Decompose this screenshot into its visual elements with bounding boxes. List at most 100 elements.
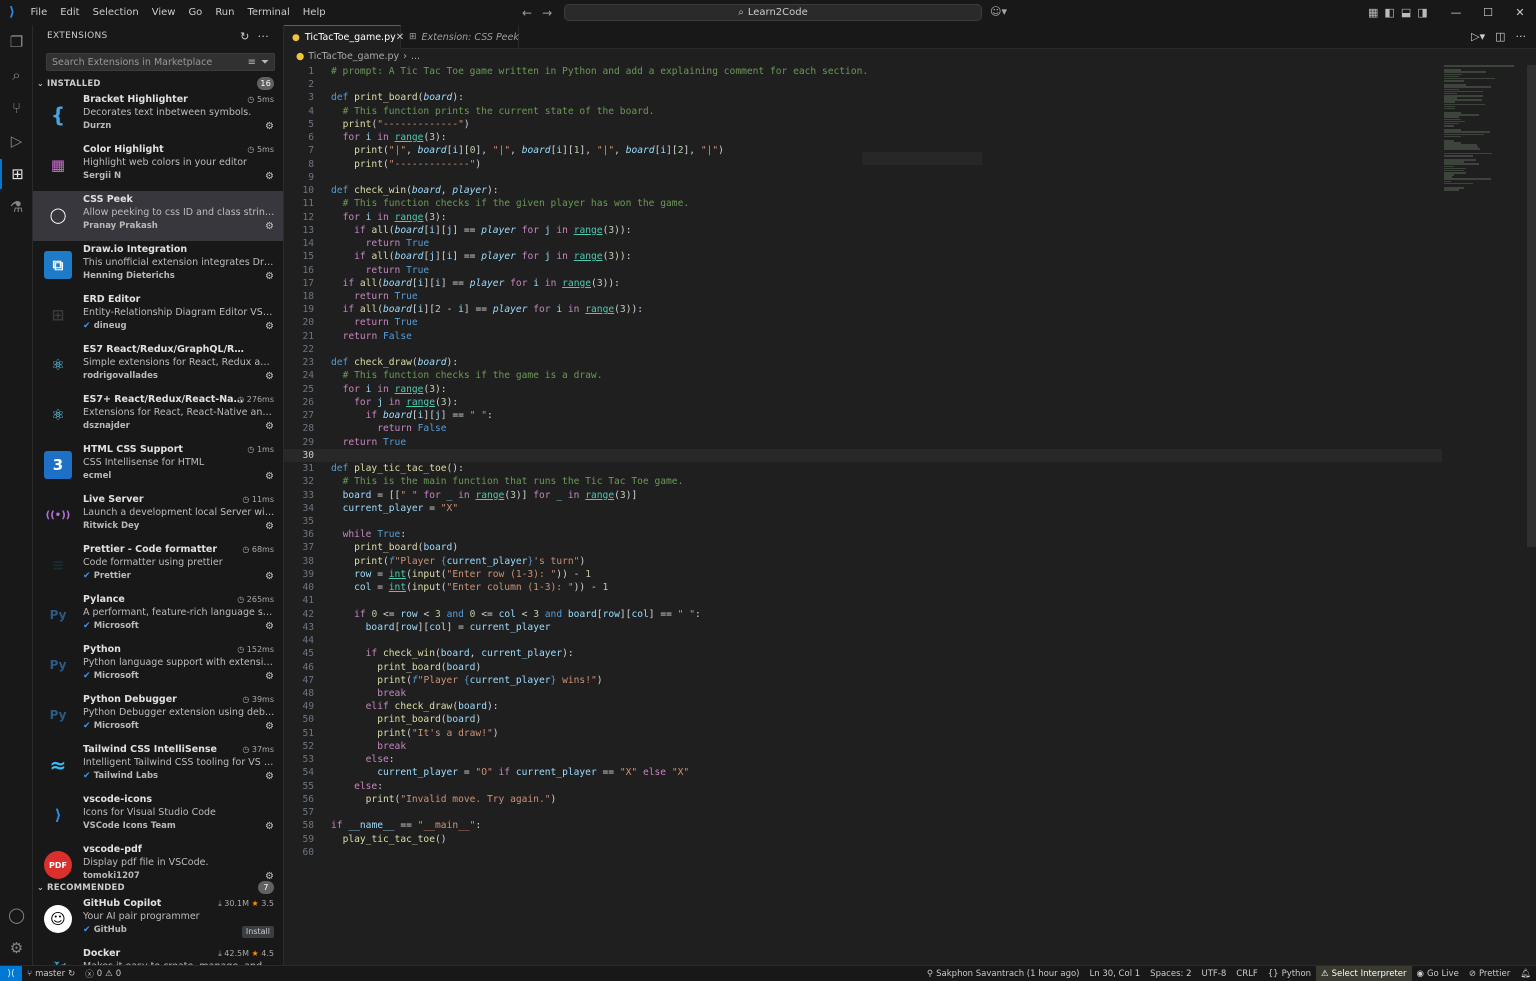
minimap[interactable] (1444, 65, 1524, 191)
remote-indicator-icon[interactable]: ⟩⟨ (0, 965, 22, 981)
manage-extension-gear-icon[interactable]: ⚙ (265, 671, 274, 682)
line-number: 47 (302, 674, 314, 686)
menu-go[interactable]: Go (182, 0, 209, 25)
extension-item[interactable]: ☺ GitHub Copilot ⤓ 30.1M ★ 3.5 Your AI pair… (33, 895, 283, 945)
extension-item[interactable]: 3 HTML CSS Support ◷ 1ms CSS Intellisense f… (33, 441, 283, 491)
installed-section-header[interactable]: ⌄ INSTALLED 16 (33, 76, 283, 91)
explorer-icon[interactable]: ❐ (0, 27, 33, 57)
manage-extension-gear-icon[interactable]: ⚙ (265, 571, 274, 582)
run-python-icon[interactable]: ▷▾ (1471, 30, 1485, 43)
close-window-icon[interactable]: ✕ (1504, 0, 1536, 25)
language-mode[interactable]: {} Python (1263, 969, 1316, 979)
install-button[interactable]: Install (241, 926, 274, 938)
extensions-icon[interactable]: ⊞ (0, 159, 33, 189)
source-control-icon[interactable]: ⑂ (0, 93, 33, 123)
editor-more-icon[interactable]: ··· (1516, 30, 1527, 43)
manage-extension-gear-icon[interactable]: ⚙ (265, 521, 274, 532)
accounts-icon[interactable]: ◯ (0, 900, 33, 930)
breadcrumb-item[interactable]: TicTacToe_game.py (308, 51, 399, 62)
menu-edit[interactable]: Edit (54, 0, 86, 25)
manage-extension-gear-icon[interactable]: ⚙ (265, 221, 274, 232)
manage-extension-gear-icon[interactable]: ⚙ (265, 771, 274, 782)
manage-extension-gear-icon[interactable]: ⚙ (265, 421, 274, 432)
extension-item[interactable]: ⧉ Draw.io Integration This unofficial exte… (33, 241, 283, 291)
encoding-status[interactable]: UTF-8 (1196, 969, 1231, 979)
manage-extension-gear-icon[interactable]: ⚙ (265, 471, 274, 482)
extension-item[interactable]: ⚛ ES7+ React/Redux/React-Native sn...◷ 27… (33, 391, 283, 441)
toggle-primary-sidebar-icon[interactable]: ◧ (1384, 6, 1394, 19)
recommended-section-header[interactable]: ⌄ RECOMMENDED 7 (33, 880, 283, 895)
branch-status[interactable]: ⑂ master ↻ (22, 969, 80, 979)
testing-icon[interactable]: ⚗ (0, 192, 33, 222)
more-actions-icon[interactable]: ··· (258, 30, 269, 43)
split-editor-icon[interactable]: ◫ (1495, 30, 1505, 43)
extension-item[interactable]: ((•)) Live Server ◷ 11ms Launch a developme… (33, 491, 283, 541)
extension-stats: ⤓ 30.1M ★ 3.5 (218, 899, 274, 909)
tab-extension-css-peek[interactable]: ⊞ Extension: CSS Peek (401, 25, 519, 49)
extension-item[interactable]: ⚛ ES7 React/Redux/GraphQL/React-Native sn… (33, 341, 283, 391)
menu-run[interactable]: Run (209, 0, 241, 25)
extension-item[interactable]: Py Python Debugger ◷ 39ms Python Debugger e… (33, 691, 283, 741)
extension-search-input[interactable] (52, 56, 243, 68)
extension-item[interactable]: ≈ Tailwind CSS IntelliSense ◷ 37ms Intellig… (33, 741, 283, 791)
manage-extension-gear-icon[interactable]: ⚙ (265, 821, 274, 832)
maximize-icon[interactable]: ☐ (1472, 0, 1504, 25)
search-view-icon[interactable]: ⌕ (0, 60, 33, 90)
extension-item[interactable]: Py Python ◷ 152ms Python language support w… (33, 641, 283, 691)
indentation-status[interactable]: Spaces: 2 (1145, 969, 1196, 979)
manage-gear-icon[interactable]: ⚙ (0, 933, 33, 963)
toggle-secondary-sidebar-icon[interactable]: ◨ (1417, 6, 1427, 19)
run-debug-icon[interactable]: ▷ (0, 126, 33, 156)
menu-help[interactable]: Help (296, 0, 332, 25)
manage-extension-gear-icon[interactable]: ⚙ (265, 871, 274, 880)
extension-item[interactable]: ≡ Prettier - Code formatter ◷ 68ms Code for… (33, 541, 283, 591)
eol-status[interactable]: CRLF (1231, 969, 1262, 979)
manage-extension-gear-icon[interactable]: ⚙ (265, 271, 274, 282)
problems-status[interactable]: ⓧ 0 ⚠ 0 (80, 968, 126, 980)
copilot-menu-icon[interactable]: ☺▾ (990, 5, 1007, 18)
extension-item[interactable]: ⊞ ERD Editor Entity-Relationship Diagram E… (33, 291, 283, 341)
extension-item[interactable]: {Bracket Highlighter ◷ 5ms Decorates text … (33, 91, 283, 141)
extension-item[interactable]: ◯ CSS Peek Allow peeking to css ID and cla… (33, 191, 283, 241)
extension-item[interactable]: PDF vscode-pdf Display pdf file in VSCode.… (33, 841, 283, 880)
menu-file[interactable]: File (24, 0, 54, 25)
code-editor[interactable]: 1 # prompt: A Tic Tac Toe game written in… (284, 65, 1444, 859)
refresh-icon[interactable]: ↻ (240, 30, 250, 43)
react-icon: ⚛ (51, 406, 65, 424)
manage-extension-gear-icon[interactable]: ⚙ (265, 121, 274, 132)
manage-extension-gear-icon[interactable]: ⚙ (265, 721, 274, 732)
filter-icon[interactable]: ⏷ (261, 57, 269, 68)
manage-extension-gear-icon[interactable]: ⚙ (265, 321, 274, 332)
publisher-name: Prettier (93, 571, 131, 581)
notifications-icon[interactable]: 🔔︎ (1515, 969, 1536, 979)
menu-selection[interactable]: Selection (86, 0, 145, 25)
clear-filter-icon[interactable]: ≡ (248, 57, 256, 68)
extension-item[interactable]: Py Pylance ◷ 265ms A performant, feature-ri… (33, 591, 283, 641)
extension-item[interactable]: ⟩ vscode-icons Icons for Visual Studio Cod… (33, 791, 283, 841)
git-blame-status[interactable]: ⚲ Sakphon Savantrach (1 hour ago) (922, 969, 1085, 979)
manage-extension-gear-icon[interactable]: ⚙ (265, 171, 274, 182)
cursor-position[interactable]: Ln 30, Col 1 (1085, 969, 1146, 979)
minimize-icon[interactable]: — (1440, 0, 1472, 25)
go-live-button[interactable]: ◉ Go Live (1412, 969, 1464, 979)
menu-terminal[interactable]: Terminal (241, 0, 296, 25)
forward-arrow-icon[interactable]: → (542, 6, 552, 20)
menu-view[interactable]: View (145, 0, 182, 25)
back-arrow-icon[interactable]: ← (522, 6, 532, 20)
manage-extension-gear-icon[interactable]: ⚙ (265, 621, 274, 632)
manage-extension-gear-icon[interactable]: ⚙ (265, 371, 274, 382)
code-line: 59 play_tic_tac_toe() (284, 833, 1444, 846)
editor-scrollbar[interactable] (1527, 65, 1536, 547)
extension-item[interactable]: 🐳Docker⤓ 42.5M ★ 4.5Makes it easy to cre… (33, 945, 283, 965)
customize-layout-icon[interactable]: ▦ (1368, 6, 1378, 19)
toggle-panel-icon[interactable]: ⬓ (1401, 6, 1411, 19)
code-line: 43 board[row][col] = current_player (284, 621, 1444, 634)
code-line: 36 while True: (284, 528, 1444, 541)
extension-item[interactable]: ▦ Color Highlight ◷ 5ms Highlight web color… (33, 141, 283, 191)
tab-tictactoe-game[interactable]: ● TicTacToe_game.py ✕ (284, 25, 404, 49)
prettier-status[interactable]: ⊘ Prettier (1464, 969, 1515, 979)
command-center-search[interactable]: ⌕ Learn2Code (564, 4, 982, 21)
extension-description: Your AI pair programmer (83, 911, 200, 922)
select-interpreter-button[interactable]: ⚠ Select Interpreter (1316, 965, 1412, 981)
breadcrumb-item[interactable]: ... (411, 51, 420, 62)
